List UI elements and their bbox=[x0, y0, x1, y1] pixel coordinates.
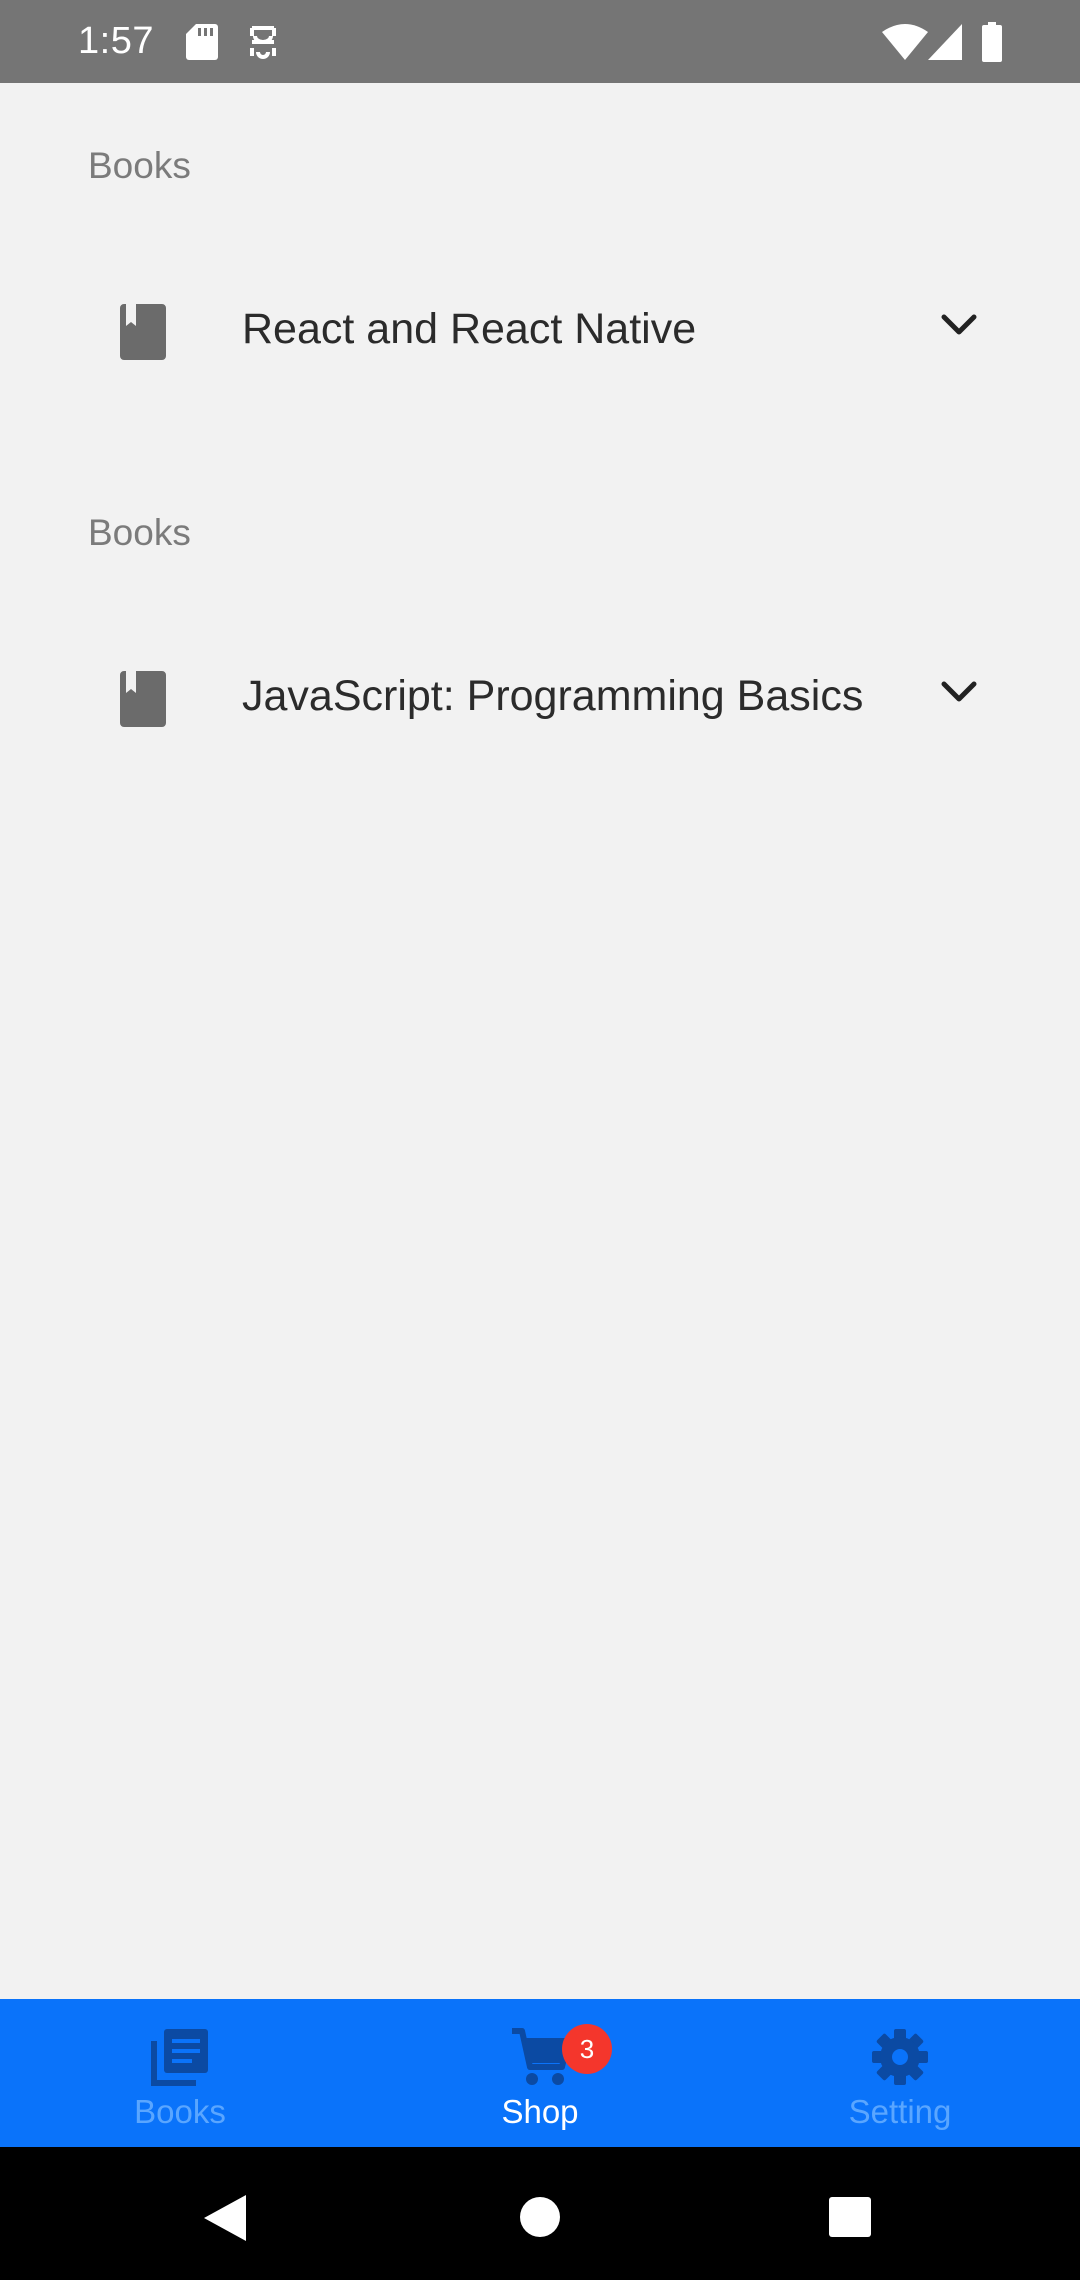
back-icon[interactable] bbox=[204, 2195, 246, 2241]
cart-count-badge: 3 bbox=[562, 2024, 612, 2074]
recents-icon[interactable] bbox=[829, 2197, 871, 2237]
gear-icon bbox=[872, 2029, 928, 2085]
bottom-tab-bar: Books Shop Setting bbox=[0, 1999, 1080, 2147]
tab-label: Setting bbox=[848, 2093, 952, 2130]
book-accordion-row[interactable]: React and React Native bbox=[0, 269, 1080, 389]
sd-card-icon bbox=[186, 24, 218, 60]
book-list: Books React and React Native Books JavaS… bbox=[0, 83, 1080, 1999]
chevron-down-icon[interactable] bbox=[940, 678, 978, 706]
tab-books[interactable]: Books bbox=[0, 1999, 360, 2147]
status-bar: 1:57 bbox=[0, 0, 1080, 83]
tab-label: Books bbox=[134, 2093, 226, 2130]
section-header: Books bbox=[88, 145, 191, 186]
home-icon[interactable] bbox=[520, 2197, 560, 2237]
book-icon bbox=[120, 304, 166, 360]
book-icon bbox=[120, 671, 166, 727]
battery-icon bbox=[982, 22, 1002, 62]
debug-icon bbox=[250, 26, 276, 59]
chevron-down-icon[interactable] bbox=[940, 311, 978, 339]
book-accordion-row[interactable]: JavaScript: Programming Basics bbox=[0, 636, 1080, 756]
section-header: Books bbox=[88, 512, 191, 553]
book-title: JavaScript: Programming Basics bbox=[242, 672, 864, 720]
navigation-bar bbox=[0, 2147, 1080, 2280]
wifi-icon bbox=[882, 24, 928, 60]
cart-icon bbox=[512, 2028, 570, 2085]
tab-shop[interactable]: Shop bbox=[360, 1999, 720, 2147]
tab-setting[interactable]: Setting bbox=[720, 1999, 1080, 2147]
library-books-icon bbox=[151, 2029, 208, 2086]
status-time: 1:57 bbox=[78, 20, 154, 62]
signal-icon bbox=[928, 24, 962, 60]
tab-label: Shop bbox=[501, 2093, 579, 2130]
book-title: React and React Native bbox=[242, 305, 697, 353]
